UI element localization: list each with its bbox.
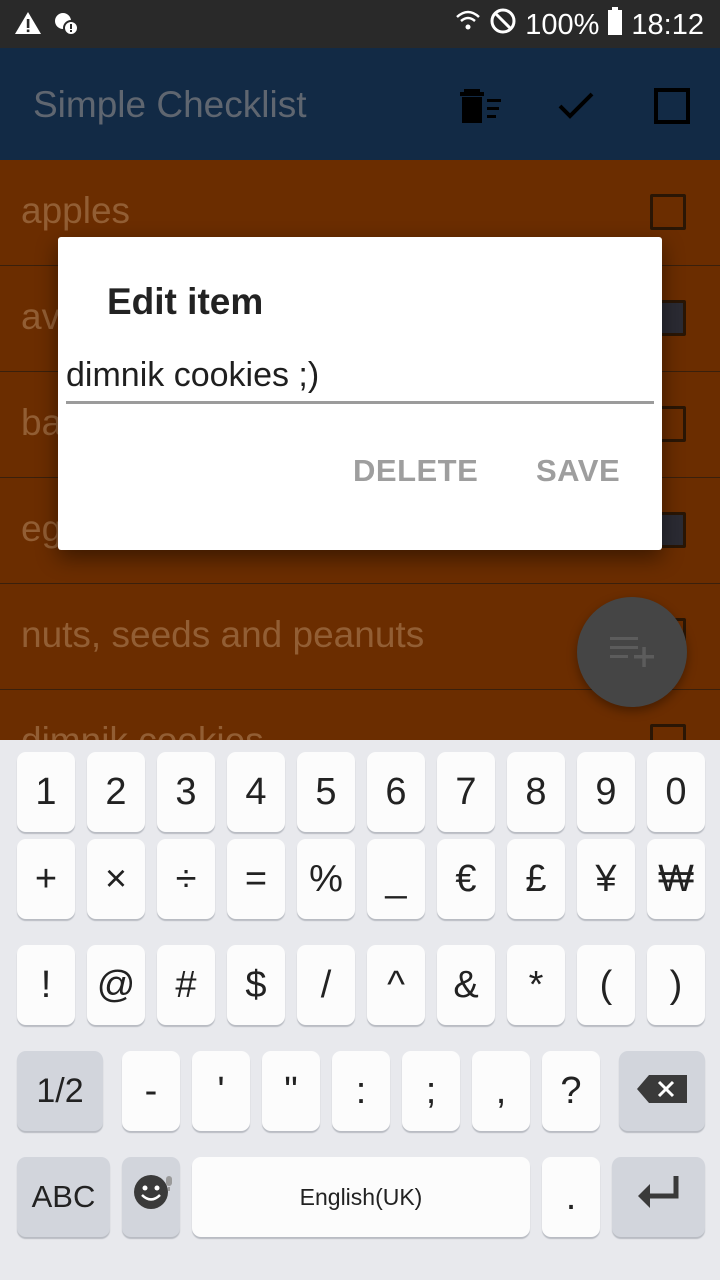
- key[interactable]: 4: [227, 752, 285, 832]
- status-icons-left: [14, 10, 80, 43]
- key[interactable]: ': [192, 1051, 250, 1131]
- key[interactable]: 6: [367, 752, 425, 832]
- playlist-add-icon: [608, 633, 656, 672]
- key[interactable]: ): [647, 945, 705, 1025]
- backspace-key[interactable]: [619, 1051, 705, 1131]
- fraction-page-key[interactable]: 1/2: [17, 1051, 103, 1131]
- app-bar: Simple Checklist: [0, 48, 720, 160]
- key[interactable]: (: [577, 945, 635, 1025]
- microphone-icon: [164, 1159, 174, 1202]
- key[interactable]: 9: [577, 752, 635, 832]
- key[interactable]: _: [367, 839, 425, 919]
- wifi-question-icon: [455, 7, 481, 43]
- key[interactable]: £: [507, 839, 565, 919]
- key[interactable]: -: [122, 1051, 180, 1131]
- abc-key[interactable]: ABC: [17, 1157, 110, 1237]
- list-item-label: ba: [21, 402, 63, 443]
- enter-key[interactable]: [612, 1157, 705, 1237]
- space-key[interactable]: English(UK): [192, 1157, 530, 1237]
- key[interactable]: 2: [87, 752, 145, 832]
- save-button[interactable]: SAVE: [536, 453, 620, 489]
- dialog-title: Edit item: [107, 281, 264, 322]
- emoji-key[interactable]: [122, 1157, 180, 1237]
- item-text-input[interactable]: dimnik cookies ;): [66, 355, 654, 404]
- key[interactable]: +: [17, 839, 75, 919]
- backspace-icon: [637, 1070, 687, 1113]
- delete-checked-icon[interactable]: [458, 84, 502, 128]
- account-alert-icon: [52, 10, 80, 43]
- period-key[interactable]: .: [542, 1157, 600, 1237]
- list-item-label: dimnik cookies: [21, 720, 264, 740]
- no-disturb-icon: [489, 7, 517, 43]
- key[interactable]: :: [332, 1051, 390, 1131]
- key[interactable]: €: [437, 839, 495, 919]
- status-bar: 100% 18:12: [0, 0, 720, 48]
- app-title: Simple Checklist: [33, 84, 307, 125]
- list-item-label: av: [21, 296, 61, 337]
- delete-button[interactable]: DELETE: [353, 453, 478, 489]
- key[interactable]: ^: [367, 945, 425, 1025]
- enter-icon: [636, 1174, 682, 1220]
- key[interactable]: ": [262, 1051, 320, 1131]
- clock: 18:12: [631, 8, 704, 41]
- key[interactable]: 5: [297, 752, 355, 832]
- warning-icon: [14, 10, 42, 43]
- edit-item-dialog: Edit item dimnik cookies ;) DELETE SAVE: [58, 237, 662, 550]
- key[interactable]: 0: [647, 752, 705, 832]
- key[interactable]: 3: [157, 752, 215, 832]
- battery-icon: [607, 6, 623, 44]
- key[interactable]: ₩: [647, 839, 705, 919]
- key[interactable]: !: [17, 945, 75, 1025]
- key[interactable]: ,: [472, 1051, 530, 1131]
- key[interactable]: &: [437, 945, 495, 1025]
- keyboard: 1 2 3 4 5 6 7 8 9 0 + × ÷ = % _ € £ ¥ ₩ …: [0, 740, 720, 1280]
- list-item-label: apples: [21, 190, 131, 231]
- status-icons-right: 100% 18:12: [455, 6, 704, 44]
- check-icon[interactable]: [554, 84, 598, 128]
- item-checkbox[interactable]: [650, 194, 686, 230]
- key[interactable]: $: [227, 945, 285, 1025]
- key[interactable]: 7: [437, 752, 495, 832]
- battery-percent: 100%: [525, 8, 600, 41]
- key[interactable]: #: [157, 945, 215, 1025]
- key[interactable]: 8: [507, 752, 565, 832]
- key[interactable]: =: [227, 839, 285, 919]
- key[interactable]: ¥: [577, 839, 635, 919]
- key[interactable]: 1: [17, 752, 75, 832]
- key[interactable]: /: [297, 945, 355, 1025]
- add-items-button[interactable]: [577, 597, 687, 707]
- key[interactable]: ÷: [157, 839, 215, 919]
- key[interactable]: ?: [542, 1051, 600, 1131]
- key[interactable]: ×: [87, 839, 145, 919]
- key[interactable]: *: [507, 945, 565, 1025]
- item-checkbox[interactable]: [650, 724, 686, 740]
- key[interactable]: %: [297, 839, 355, 919]
- key[interactable]: @: [87, 945, 145, 1025]
- key[interactable]: ;: [402, 1051, 460, 1131]
- list-item-label: nuts, seeds and peanuts: [21, 614, 425, 655]
- list-item-label: eg: [21, 508, 63, 549]
- checkbox-icon[interactable]: [650, 84, 694, 128]
